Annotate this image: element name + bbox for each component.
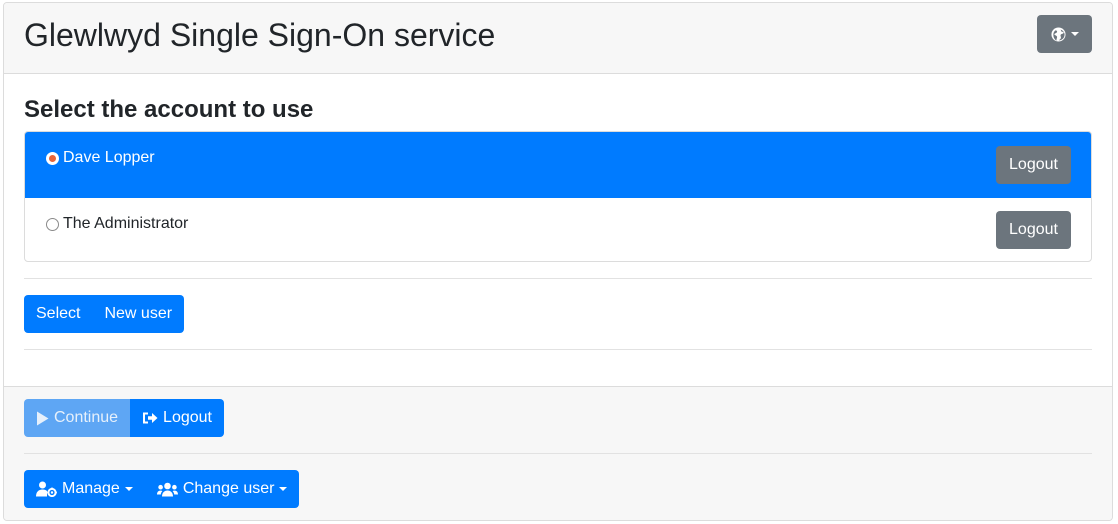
divider (24, 278, 1092, 279)
logout-label: Logout (163, 409, 212, 426)
account-action-group: Select New user (24, 295, 185, 333)
divider (24, 453, 1092, 454)
chevron-down-icon (1070, 32, 1079, 36)
manage-change-user-group: Manage Change user (24, 470, 300, 508)
account-logout-button[interactable]: Logout (996, 211, 1071, 249)
account-item-the-administrator[interactable]: The Administrator Logout (25, 198, 1091, 261)
manage-label: Manage (62, 480, 120, 497)
divider (24, 349, 1092, 350)
account-logout-button[interactable]: Logout (996, 146, 1071, 184)
account-name: Dave Lopper (63, 149, 155, 166)
chevron-down-icon (279, 487, 288, 491)
account-list: Dave Lopper Logout The Administrator Log… (24, 131, 1092, 262)
language-button[interactable] (1037, 15, 1092, 53)
user-cog-icon (36, 481, 57, 497)
manage-dropdown-button[interactable]: Manage (24, 470, 145, 508)
globe-icon (1050, 26, 1066, 42)
account-radio[interactable] (46, 218, 59, 231)
account-item-dave-lopper[interactable]: Dave Lopper Logout (25, 132, 1091, 198)
card-footer: Continue Logout Manage Change user (4, 386, 1112, 520)
account-name: The Administrator (63, 215, 189, 232)
select-button[interactable]: Select (24, 295, 93, 333)
change-user-dropdown-button[interactable]: Change user (144, 470, 300, 508)
app-title: Glewlwyd Single Sign-On service (24, 17, 496, 53)
play-icon (36, 411, 49, 426)
chevron-down-icon (124, 487, 133, 491)
account-radio[interactable] (46, 152, 59, 165)
card-header: Glewlwyd Single Sign-On service (4, 3, 1112, 74)
login-card: Glewlwyd Single Sign-On service Select t… (3, 2, 1113, 521)
sign-out-icon (142, 411, 158, 425)
change-user-label: Change user (182, 480, 275, 497)
continue-label: Continue (54, 409, 119, 426)
continue-logout-group: Continue Logout (24, 399, 224, 437)
continue-button[interactable]: Continue (24, 399, 131, 437)
users-icon (156, 482, 178, 497)
new-user-button[interactable]: New user (92, 295, 185, 333)
section-title: Select the account to use (24, 96, 314, 123)
logout-button[interactable]: Logout (130, 399, 224, 437)
